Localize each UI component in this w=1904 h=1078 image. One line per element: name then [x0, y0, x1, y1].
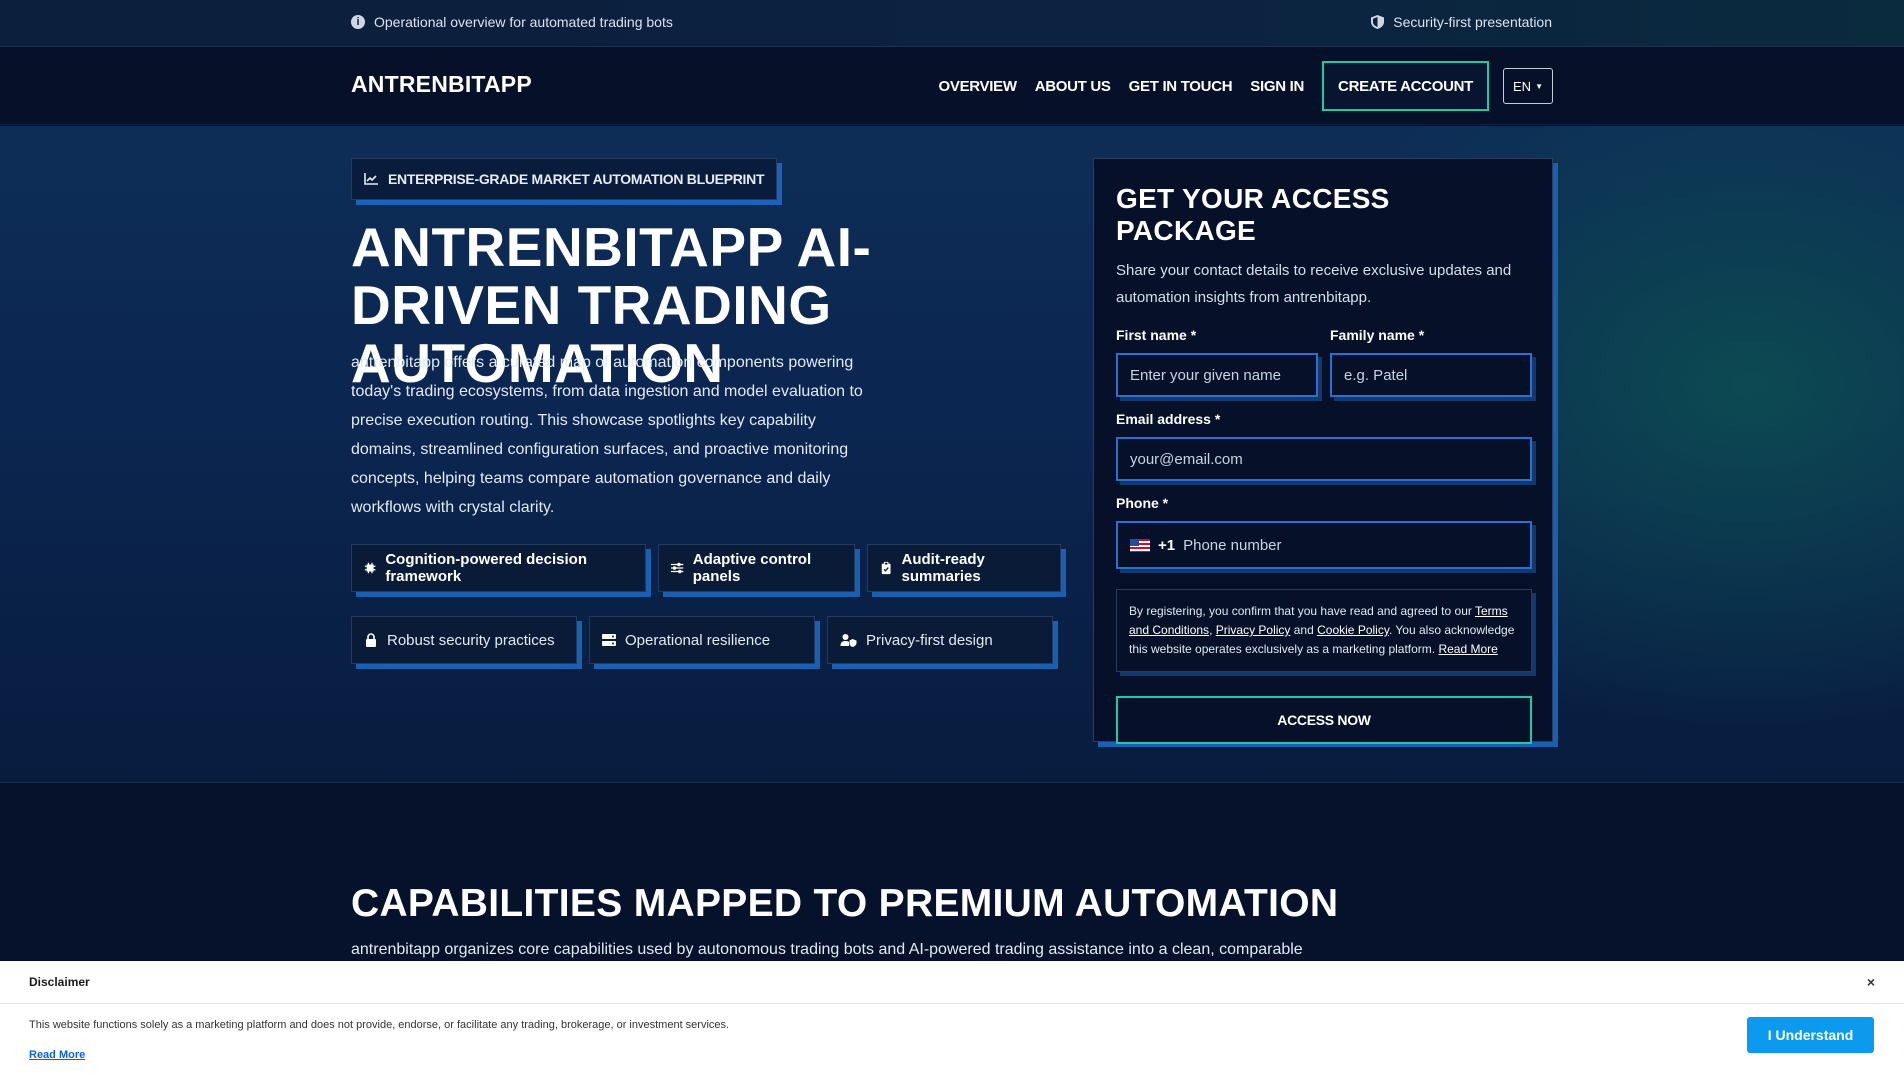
chip-cognition: Cognition-powered decision framework [351, 544, 647, 592]
cookie-policy-link[interactable]: Cookie Policy [1317, 623, 1389, 637]
language-select[interactable]: EN ▼ [1503, 68, 1553, 104]
hero-badge-label: ENTERPRISE-GRADE MARKET AUTOMATION BLUEP… [388, 171, 765, 187]
access-form-card: GET YOUR ACCESS PACKAGE Share your conta… [1093, 158, 1553, 744]
nav-link-get-in-touch[interactable]: GET IN TOUCH [1120, 78, 1242, 95]
family-name-placeholder: e.g. Patel [1344, 366, 1408, 384]
language-value: EN [1513, 78, 1532, 94]
first-name-input[interactable]: Enter your given name [1116, 353, 1318, 397]
legal-prefix: By registering, you confirm that you hav… [1129, 604, 1475, 618]
family-name-field: Family name * e.g. Patel [1330, 327, 1532, 397]
feature-chips: Cognition-powered decision framework Ada… [351, 544, 1061, 688]
disclaimer-header: Disclaimer × [0, 961, 1904, 1004]
nav-links: OVERVIEW ABOUT US GET IN TOUCH SIGN IN C… [930, 61, 1553, 111]
create-account-button[interactable]: CREATE ACCOUNT [1322, 61, 1489, 111]
topbar-right-text: Security-first presentation [1393, 14, 1552, 30]
chevron-down-icon: ▼ [1535, 81, 1543, 91]
legal-sep: , [1209, 623, 1216, 637]
phone-label: Phone * [1116, 495, 1169, 511]
chip-icon [364, 562, 376, 574]
topbar-left-text: Operational overview for automated tradi… [374, 14, 673, 30]
nav-link-overview[interactable]: OVERVIEW [930, 78, 1026, 95]
info-icon: i [351, 15, 365, 29]
chip-privacy: Privacy-first design [827, 616, 1053, 664]
form-title: GET YOUR ACCESS PACKAGE [1116, 183, 1390, 246]
hero-badge: ENTERPRISE-GRADE MARKET AUTOMATION BLUEP… [351, 158, 778, 200]
disclaimer-title: Disclaimer [29, 975, 90, 989]
chip-label: Adaptive control panels [692, 551, 812, 585]
chip-resilience: Operational resilience [589, 616, 815, 664]
chip-row-1: Cognition-powered decision framework Ada… [351, 544, 1061, 592]
legal-notice: By registering, you confirm that you hav… [1116, 589, 1532, 672]
name-row: First name * Enter your given name Famil… [1116, 327, 1532, 397]
email-label: Email address * [1116, 411, 1221, 427]
access-now-button[interactable]: ACCESS NOW [1116, 696, 1532, 744]
email-field: Email address * your@email.com [1116, 411, 1532, 481]
chip-row-2: Robust security practices Operational re… [351, 616, 1061, 664]
email-placeholder: your@email.com [1130, 450, 1243, 468]
user-shield-icon [840, 634, 857, 647]
chart-line-icon [364, 173, 378, 185]
nav-link-sign-in[interactable]: SIGN IN [1241, 78, 1313, 95]
us-flag-icon[interactable] [1130, 538, 1150, 552]
phone-input[interactable]: +1 Phone number [1116, 521, 1532, 569]
nav-link-about-us[interactable]: ABOUT US [1026, 78, 1120, 95]
legal-and: and [1290, 623, 1318, 637]
chip-security: Robust security practices [351, 616, 577, 664]
clipboard-icon [881, 561, 891, 575]
topbar-right: Security-first presentation [1371, 14, 1552, 30]
hero-description: antrenbitapp offers a curated map of aut… [351, 354, 863, 516]
disclaimer-banner: Disclaimer × This website functions sole… [0, 961, 1904, 1078]
topbar-left: i Operational overview for automated tra… [351, 14, 673, 30]
phone-country-code: +1 [1158, 536, 1176, 554]
privacy-policy-link[interactable]: Privacy Policy [1216, 623, 1291, 637]
capabilities-text: antrenbitapp organizes core capabilities… [351, 941, 1303, 958]
chip-audit-ready: Audit-ready summaries [867, 544, 1061, 592]
top-info-bar: i Operational overview for automated tra… [0, 0, 1904, 47]
family-name-input[interactable]: e.g. Patel [1330, 353, 1532, 397]
family-name-label: Family name * [1330, 327, 1425, 343]
capabilities-title: CAPABILITIES MAPPED TO PREMIUM AUTOMATIO… [351, 882, 1339, 925]
first-name-label: First name * [1116, 327, 1197, 343]
first-name-field: First name * Enter your given name [1116, 327, 1318, 397]
disclaimer-text: This website functions solely as a marke… [29, 1019, 730, 1031]
chip-adaptive-control: Adaptive control panels [658, 544, 856, 592]
chip-label: Operational resilience [625, 631, 771, 649]
chip-label: Cognition-powered decision framework [385, 551, 587, 585]
legal-read-more-link[interactable]: Read More [1438, 642, 1497, 656]
form-subtitle: Share your contact details to receive ex… [1116, 262, 1512, 306]
hero-section: ENTERPRISE-GRADE MARKET AUTOMATION BLUEP… [0, 126, 1904, 783]
shield-icon [1371, 15, 1385, 29]
server-icon [602, 634, 616, 646]
lock-icon [366, 633, 376, 647]
chip-label: Robust security practices [387, 631, 555, 649]
chip-label: Privacy-first design [866, 631, 993, 649]
close-icon[interactable]: × [1867, 974, 1875, 990]
phone-placeholder: Phone number [1183, 536, 1282, 554]
sliders-icon [671, 562, 684, 574]
email-input[interactable]: your@email.com [1116, 437, 1532, 481]
phone-field: Phone * +1 Phone number [1116, 495, 1532, 569]
main-nav: ANTRENBITAPP OVERVIEW ABOUT US GET IN TO… [0, 47, 1904, 125]
disclaimer-read-more-link[interactable]: Read More [29, 1049, 85, 1061]
first-name-placeholder: Enter your given name [1130, 366, 1281, 384]
i-understand-button[interactable]: I Understand [1747, 1017, 1874, 1053]
chip-label: Audit-ready summaries [901, 551, 985, 585]
brand-logo[interactable]: ANTRENBITAPP [351, 71, 532, 98]
